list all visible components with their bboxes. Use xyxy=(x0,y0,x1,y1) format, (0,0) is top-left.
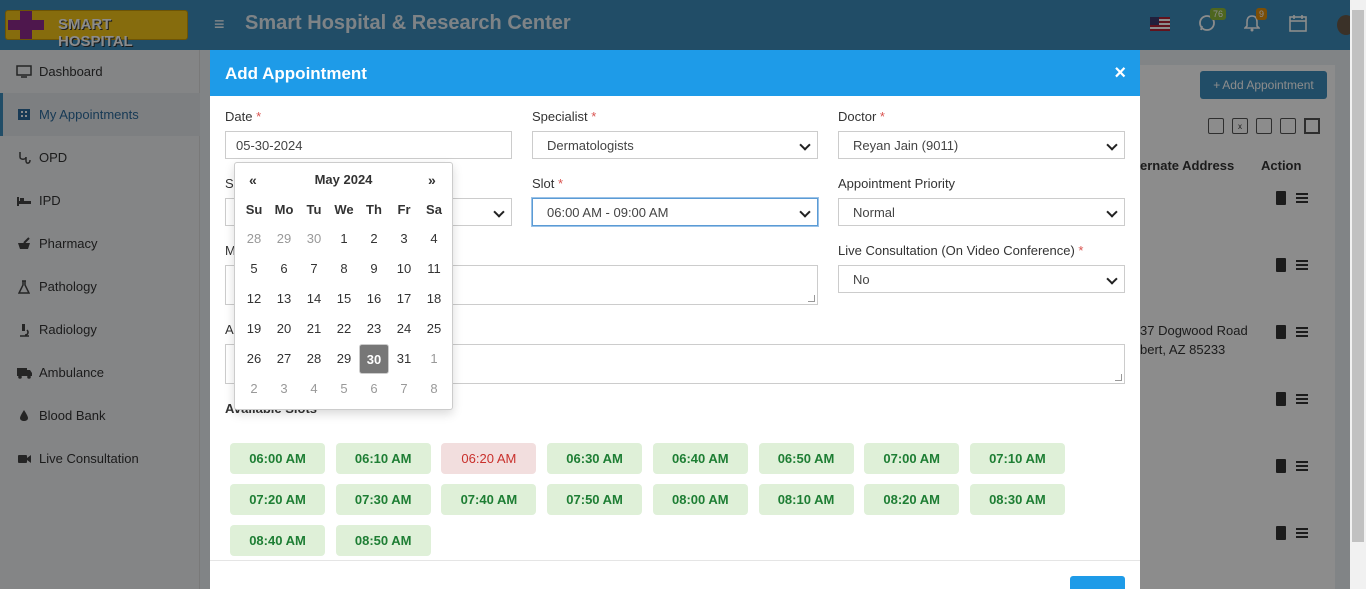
time-slot-available[interactable]: 08:30 AM xyxy=(969,484,1065,515)
modal-title: Add Appointment xyxy=(225,64,367,83)
time-slot-available[interactable]: 07:10 AM xyxy=(969,443,1065,474)
calendar-day[interactable]: 1 xyxy=(419,344,449,374)
priority-label: Appointment Priority xyxy=(838,176,956,191)
time-slot-available[interactable]: 06:00 AM xyxy=(230,443,325,474)
time-slot-available[interactable]: 07:30 AM xyxy=(335,484,431,515)
calendar-day[interactable]: 30 xyxy=(299,224,329,254)
weekday-header: Tu xyxy=(306,202,322,217)
calendar-day[interactable]: 2 xyxy=(239,374,269,404)
next-month-button[interactable]: » xyxy=(428,172,436,188)
weekday-header: Th xyxy=(366,202,382,217)
weekday-header: Fr xyxy=(397,202,411,217)
specialist-label: Specialist * xyxy=(532,109,597,124)
slot-label: Slot * xyxy=(532,176,564,191)
save-button[interactable] xyxy=(1070,576,1125,589)
weekday-header: Mo xyxy=(274,202,294,217)
shift-label: S xyxy=(225,176,234,191)
calendar-day-selected[interactable]: 30 xyxy=(359,344,389,374)
calendar-day[interactable]: 7 xyxy=(389,374,419,404)
calendar-day[interactable]: 8 xyxy=(419,374,449,404)
calendar-day[interactable]: 4 xyxy=(419,224,449,254)
calendar-day[interactable]: 21 xyxy=(299,314,329,344)
calendar-day[interactable]: 12 xyxy=(239,284,269,314)
time-slot-available[interactable]: 08:40 AM xyxy=(230,525,325,556)
calendar-day[interactable]: 7 xyxy=(299,254,329,284)
calendar-day[interactable]: 10 xyxy=(389,254,419,284)
calendar-day[interactable]: 14 xyxy=(299,284,329,314)
calendar-day[interactable]: 13 xyxy=(269,284,299,314)
address-label: A xyxy=(225,322,234,337)
close-icon[interactable]: × xyxy=(1114,62,1126,85)
month-year-title[interactable]: May 2024 xyxy=(235,172,452,187)
time-slot-available[interactable]: 08:00 AM xyxy=(652,484,748,515)
modal-footer xyxy=(210,560,1140,589)
specialist-select[interactable]: Dermatologists xyxy=(532,131,818,159)
calendar-day[interactable]: 11 xyxy=(419,254,449,284)
date-label: Date * xyxy=(225,109,262,124)
calendar-day[interactable]: 15 xyxy=(329,284,359,314)
weekday-header: Su xyxy=(245,202,263,217)
calendar-day[interactable]: 31 xyxy=(389,344,419,374)
time-slot-available[interactable]: 06:30 AM xyxy=(547,443,643,474)
calendar-day[interactable]: 8 xyxy=(329,254,359,284)
calendar-day[interactable]: 28 xyxy=(239,224,269,254)
calendar-day[interactable]: 1 xyxy=(329,224,359,254)
calendar-day[interactable]: 17 xyxy=(389,284,419,314)
time-slot-available[interactable]: 08:50 AM xyxy=(335,525,431,556)
date-input[interactable]: 05-30-2024 xyxy=(225,131,512,159)
calendar-day[interactable]: 23 xyxy=(359,314,389,344)
calendar-day[interactable]: 6 xyxy=(269,254,299,284)
calendar-day[interactable]: 9 xyxy=(359,254,389,284)
calendar-day[interactable]: 16 xyxy=(359,284,389,314)
time-slot-available[interactable]: 07:20 AM xyxy=(230,484,325,515)
calendar-day[interactable]: 5 xyxy=(239,254,269,284)
calendar-day[interactable]: 4 xyxy=(299,374,329,404)
calendar-day[interactable]: 5 xyxy=(329,374,359,404)
live-consultation-label: Live Consultation (On Video Conference) … xyxy=(838,243,1084,258)
weekday-header: We xyxy=(334,202,354,217)
modal-header: Add Appointment × xyxy=(210,50,1140,96)
calendar-day[interactable]: 27 xyxy=(269,344,299,374)
scrollbar-thumb[interactable] xyxy=(1352,10,1364,542)
time-slot-available[interactable]: 07:00 AM xyxy=(864,443,960,474)
doctor-select[interactable]: Reyan Jain (9011) xyxy=(838,131,1125,159)
calendar-day[interactable]: 29 xyxy=(269,224,299,254)
time-slot-available[interactable]: 06:40 AM xyxy=(652,443,748,474)
calendar-day[interactable]: 25 xyxy=(419,314,449,344)
calendar-day[interactable]: 28 xyxy=(299,344,329,374)
time-slot-booked[interactable]: 06:20 AM xyxy=(441,443,537,474)
calendar-day[interactable]: 3 xyxy=(389,224,419,254)
time-slot-available[interactable]: 06:50 AM xyxy=(758,443,854,474)
calendar-day[interactable]: 3 xyxy=(269,374,299,404)
time-slot-available[interactable]: 08:20 AM xyxy=(864,484,960,515)
datepicker: « May 2024 » Su Mo Tu We Th Fr Sa 28 29 30 1 2 3 4 5 6 7… xyxy=(234,162,453,410)
calendar-day[interactable]: 26 xyxy=(239,344,269,374)
live-consultation-select[interactable]: No xyxy=(838,265,1125,293)
slot-select[interactable]: 06:00 AM - 09:00 AM xyxy=(532,198,818,226)
calendar-day[interactable]: 20 xyxy=(269,314,299,344)
time-slot-available[interactable]: 08:10 AM xyxy=(758,484,854,515)
time-slot-available[interactable]: 07:50 AM xyxy=(547,484,643,515)
calendar-day[interactable]: 2 xyxy=(359,224,389,254)
calendar-day[interactable]: 24 xyxy=(389,314,419,344)
doctor-label: Doctor * xyxy=(838,109,885,124)
time-slot-available[interactable]: 07:40 AM xyxy=(441,484,537,515)
calendar-day[interactable]: 18 xyxy=(419,284,449,314)
calendar-day[interactable]: 29 xyxy=(329,344,359,374)
weekday-header: Sa xyxy=(426,202,442,217)
time-slot-available[interactable]: 06:10 AM xyxy=(335,443,431,474)
calendar-day[interactable]: 6 xyxy=(359,374,389,404)
priority-select[interactable]: Normal xyxy=(838,198,1125,226)
calendar-day[interactable]: 22 xyxy=(329,314,359,344)
calendar-day[interactable]: 19 xyxy=(239,314,269,344)
